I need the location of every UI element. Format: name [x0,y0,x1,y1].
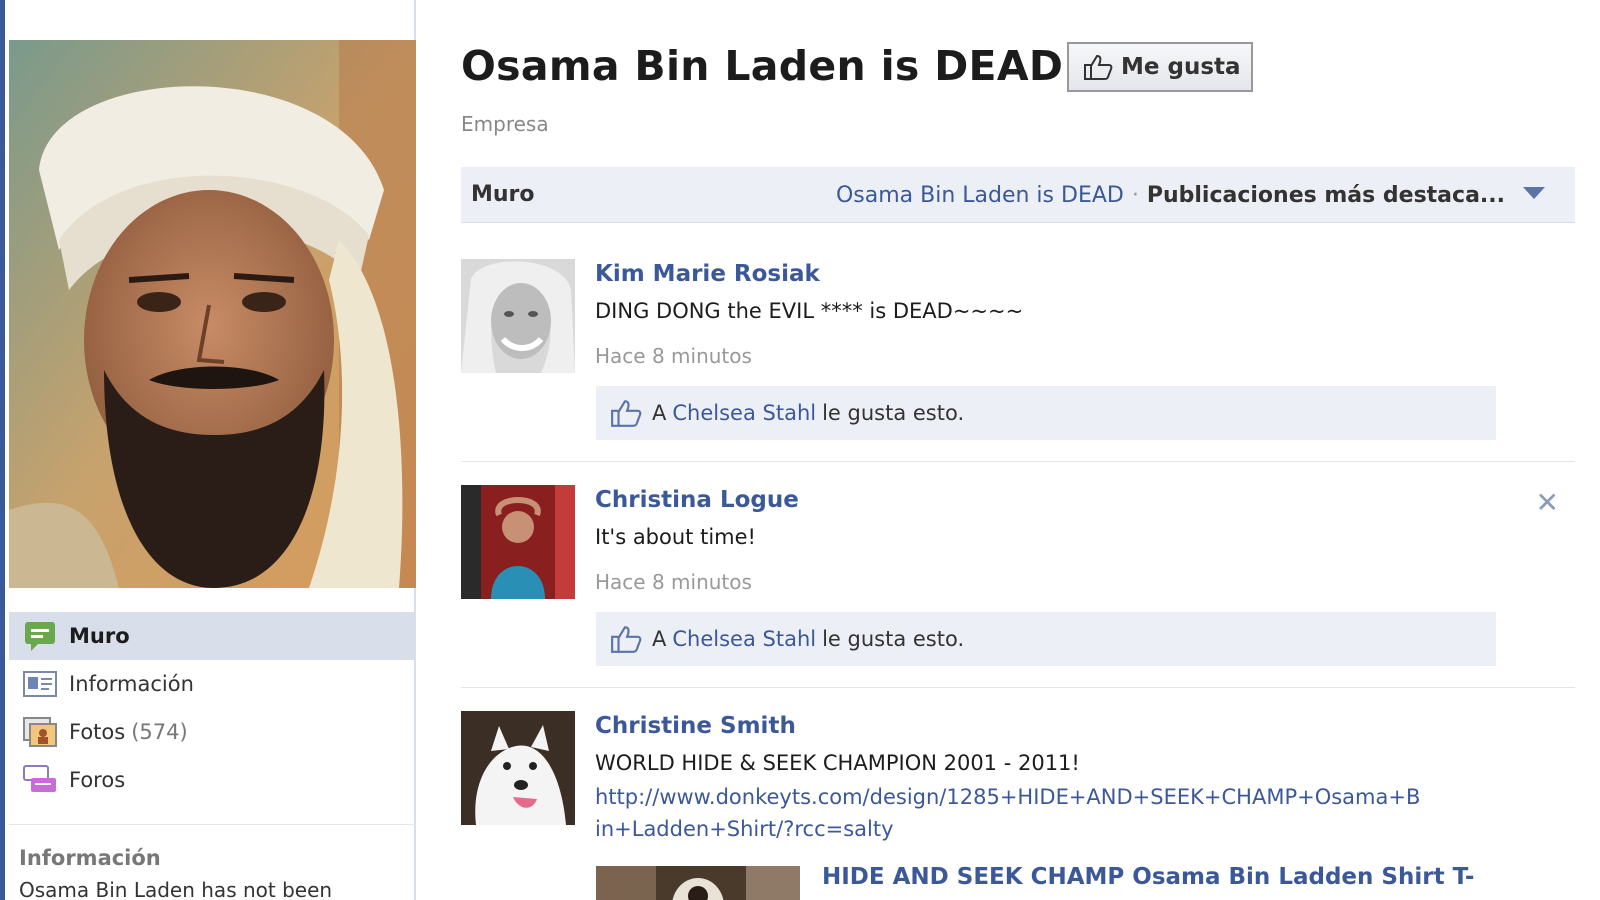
post-text: It's about time! [595,525,756,549]
wall-icon [25,622,55,651]
wall-header-bar: Muro Osama Bin Laden is DEAD · Publicaci… [461,167,1575,223]
info-section-title: Información [19,846,161,870]
post-divider [461,687,1575,688]
sidebar-item-label: Información [69,672,194,696]
post-timestamp[interactable]: Hace 8 minutos [595,570,752,594]
chevron-down-icon[interactable] [1523,187,1545,199]
photos-count: (574) [131,720,188,744]
avatar[interactable] [461,259,575,373]
sidebar-item-label: Muro [69,624,130,648]
like-prefix: A [652,627,667,651]
left-divider [9,824,416,825]
sidebar-item-label: Fotos [69,720,126,744]
wall-page-link[interactable]: Osama Bin Laden is DEAD [836,183,1124,208]
info-section-text: Osama Bin Laden has not been [19,878,333,900]
left-column: Muro Información Fotos (574) Foros Infor… [0,0,416,900]
page-category: Empresa [461,112,549,136]
photos-icon [23,717,57,747]
wall-post: Kim Marie Rosiak DING DONG the EVIL ****… [461,259,1575,469]
post-text: WORLD HIDE & SEEK CHAMPION 2001 - 2011! [595,751,1080,775]
like-suffix: le gusta esto. [822,401,965,425]
avatar[interactable] [461,711,575,825]
wall-filter-selected[interactable]: Publicaciones más destaca... [1147,183,1505,208]
post-author[interactable]: Christina Logue [595,487,799,513]
post-likes: A Chelsea Stahl le gusta esto. [596,612,1496,666]
post-timestamp[interactable]: Hace 8 minutos [595,344,752,368]
thumbs-up-icon[interactable] [610,398,642,428]
attachment-title[interactable]: HIDE AND SEEK CHAMP Osama Bin Ladden Shi… [822,864,1474,890]
forums-icon [23,765,56,792]
wall-title: Muro [471,182,535,207]
thumbs-up-icon[interactable] [610,624,642,654]
like-page-button[interactable]: Me gusta [1067,42,1253,92]
avatar[interactable] [461,485,575,599]
sidebar-item-muro[interactable]: Muro [9,612,416,660]
wall-separator: · [1131,182,1139,208]
sidebar-item-informacion[interactable]: Información [9,660,416,708]
post-divider [461,461,1575,462]
info-icon [23,671,57,697]
post-text: DING DONG the EVIL **** is DEAD~~~~ [595,299,1024,323]
close-icon[interactable]: ✕ [1536,489,1559,517]
post-likes: A Chelsea Stahl le gusta esto. [596,386,1496,440]
wall-post: Christina Logue ✕ It's about time! Hace … [461,485,1575,695]
like-prefix: A [652,401,667,425]
sidebar-item-fotos[interactable]: Fotos (574) [9,708,416,756]
attachment-thumbnail[interactable] [596,866,800,900]
post-author[interactable]: Kim Marie Rosiak [595,261,820,287]
post-author[interactable]: Christine Smith [595,713,796,739]
wall-filter-group: Osama Bin Laden is DEAD · Publicaciones … [836,167,1505,223]
profile-picture[interactable] [9,40,416,588]
page-title: Osama Bin Laden is DEAD [461,42,1064,90]
like-suffix: le gusta esto. [822,627,965,651]
sidebar-item-foros[interactable]: Foros [9,756,416,804]
post-url-link[interactable]: http://www.donkeyts.com/design/1285+HIDE… [595,781,1425,845]
thumbs-up-icon [1084,54,1113,80]
left-navigation: Muro Información Fotos (574) Foros [9,612,416,804]
wall-post: Christine Smith WORLD HIDE & SEEK CHAMPI… [461,711,1575,900]
left-edge-bar [0,0,5,900]
sidebar-item-label: Foros [69,768,126,792]
liker-link[interactable]: Chelsea Stahl [672,627,816,651]
like-button-label: Me gusta [1121,54,1241,80]
facebook-page: Muro Información Fotos (574) Foros Infor… [0,0,1600,900]
liker-link[interactable]: Chelsea Stahl [672,401,816,425]
